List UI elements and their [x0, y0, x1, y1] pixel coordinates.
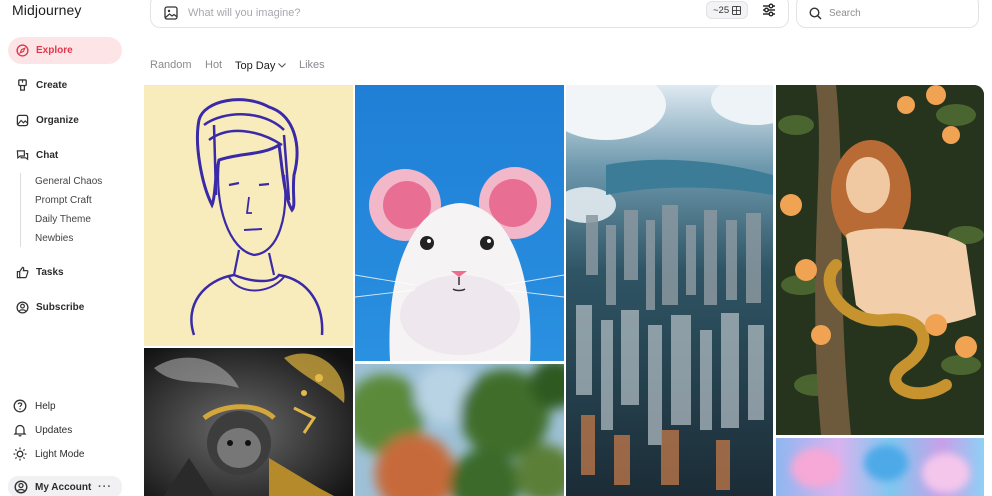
sketch-portrait-image: [144, 85, 353, 346]
sidebar-item-chat[interactable]: Chat: [8, 142, 122, 169]
gallery-image-blurred-garden[interactable]: [355, 364, 564, 496]
sidebar-item-create[interactable]: Create: [8, 72, 122, 99]
brush-icon: [15, 79, 29, 93]
search-bar[interactable]: [796, 0, 979, 28]
generation-count: ~25: [713, 4, 730, 16]
filter-random[interactable]: Random: [150, 59, 192, 71]
sidebar-item-label: Tasks: [36, 267, 64, 278]
gallery-image-aerial-city[interactable]: [566, 85, 773, 496]
sidebar-help-label: Help: [35, 400, 56, 412]
chevron-down-icon: [278, 59, 287, 71]
search-icon: [809, 6, 822, 20]
monkey-warrior-image: [144, 348, 353, 496]
sidebar-item-subscribe[interactable]: Subscribe: [8, 294, 122, 321]
filter-top-day-label: Top Day: [235, 60, 276, 72]
white-mouse-image: [355, 85, 564, 361]
aerial-city-image: [566, 85, 773, 496]
chat-room-list: General Chaos Prompt Craft Daily Theme N…: [20, 173, 102, 247]
compass-icon: [15, 44, 29, 58]
filter-hot[interactable]: Hot: [205, 59, 222, 71]
chat-room-prompt-craft[interactable]: Prompt Craft: [35, 195, 92, 206]
sidebar-light-mode-label: Light Mode: [35, 448, 85, 460]
image-upload-icon[interactable]: [164, 6, 178, 20]
my-account-button[interactable]: My Account ···: [8, 476, 122, 496]
sidebar: Midjourney Explore Create Organize Chat …: [0, 0, 135, 496]
gallery-image-white-mouse[interactable]: [355, 85, 564, 361]
chat-bubbles-icon: [15, 149, 29, 163]
sidebar-item-tasks[interactable]: Tasks: [8, 259, 122, 286]
chat-room-general-chaos[interactable]: General Chaos: [35, 176, 102, 187]
sidebar-updates[interactable]: Updates: [8, 420, 72, 440]
my-account-label: My Account: [35, 481, 92, 493]
prompt-bar[interactable]: What will you imagine? ~25: [150, 0, 789, 28]
sidebar-item-label: Explore: [36, 45, 73, 56]
sun-icon: [13, 447, 27, 461]
sidebar-updates-label: Updates: [35, 424, 73, 436]
help-circle-icon: [13, 399, 27, 413]
user-circle-icon: [15, 301, 29, 315]
woman-with-snake-image: [776, 85, 984, 435]
bell-icon: [13, 423, 27, 437]
gallery-image-woman-with-snake[interactable]: [776, 85, 984, 435]
user-circle-icon: [14, 480, 28, 494]
grid-icon: [732, 5, 742, 15]
settings-sliders-icon[interactable]: [761, 2, 777, 18]
sidebar-help[interactable]: Help: [8, 396, 56, 416]
gallery-image-watercolor-abstract[interactable]: [776, 438, 984, 496]
gallery-image-monkey-warrior[interactable]: [144, 348, 353, 496]
sidebar-item-explore[interactable]: Explore: [8, 37, 122, 64]
filter-top-day[interactable]: Top Day: [235, 59, 287, 72]
sidebar-item-label: Chat: [36, 150, 59, 161]
blurred-garden-image: [355, 364, 564, 496]
generation-count-badge[interactable]: ~25: [706, 1, 749, 19]
thumbs-up-icon: [15, 266, 29, 280]
filter-likes[interactable]: Likes: [299, 59, 325, 71]
sidebar-item-label: Organize: [36, 115, 79, 126]
sidebar-item-label: Create: [36, 80, 68, 91]
sidebar-item-label: Subscribe: [36, 302, 85, 313]
app-logo[interactable]: Midjourney: [12, 2, 81, 18]
chat-room-newbies[interactable]: Newbies: [35, 233, 73, 244]
sidebar-light-mode[interactable]: Light Mode: [8, 444, 84, 464]
more-options-icon[interactable]: ···: [98, 481, 112, 493]
search-input[interactable]: [829, 7, 969, 19]
sidebar-item-organize[interactable]: Organize: [8, 107, 122, 134]
image-icon: [15, 114, 29, 128]
gallery-image-sketch-portrait[interactable]: [144, 85, 353, 346]
watercolor-abstract-image: [776, 438, 984, 496]
prompt-input[interactable]: What will you imagine?: [188, 7, 301, 19]
chat-room-daily-theme[interactable]: Daily Theme: [35, 214, 91, 225]
